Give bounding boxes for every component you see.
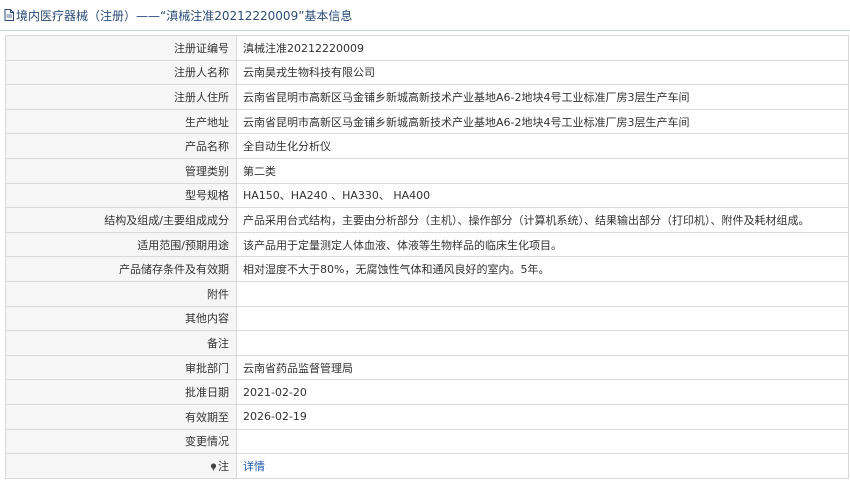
field-value: 全自动生化分析仪 — [236, 133, 849, 159]
table-row: 其他内容 — [5, 305, 849, 332]
field-label: 其他内容 — [5, 305, 237, 332]
table-row: 注册证编号 滇械注准20212220009 — [5, 35, 849, 61]
document-icon — [4, 9, 14, 21]
field-label: 适用范围/预期用途 — [5, 231, 237, 258]
table-row: 型号规格 HA150、HA240 、HA330、 HA400 — [5, 182, 849, 209]
info-table: 注册证编号 滇械注准20212220009 注册人名称 云南昊戎生物科技有限公司… — [5, 35, 849, 479]
table-row: 变更情况 — [5, 428, 849, 455]
field-value — [236, 428, 849, 455]
field-label: 结构及组成/主要组成成分 — [5, 207, 237, 233]
field-value: 云南省药品监督管理局 — [236, 354, 849, 381]
table-row: 批准日期 2021-02-20 — [5, 379, 849, 405]
field-value — [236, 280, 849, 307]
field-label: 变更情况 — [5, 428, 237, 455]
table-row: 管理类别 第二类 — [5, 157, 849, 184]
details-link[interactable]: 详情 — [243, 460, 265, 473]
table-row: 产品名称 全自动生化分析仪 — [5, 133, 849, 159]
table-row: 结构及组成/主要组成成分 产品采用台式结构，主要由分析部分（主机）、操作部分（计… — [5, 207, 849, 233]
field-label: 产品储存条件及有效期 — [5, 256, 237, 282]
field-value: 产品采用台式结构，主要由分析部分（主机）、操作部分（计算机系统）、结果输出部分（… — [236, 207, 849, 233]
table-row: 注册人名称 云南昊戎生物科技有限公司 — [5, 59, 849, 86]
field-label: 附件 — [5, 280, 237, 307]
note-value-cell: 详情 — [236, 453, 849, 479]
page-header: 境内医疗器械（注册）——“滇械注准20212220009”基本信息 — [0, 0, 850, 31]
table-row: 适用范围/预期用途 该产品用于定量测定人体血液、体液等生物样品的临床生化项目。 — [5, 231, 849, 258]
table-row: 注册人住所 云南省昆明市高新区马金铺乡新城高新技术产业基地A6-2地块4号工业标… — [5, 84, 849, 110]
page-title: 境内医疗器械（注册）——“滇械注准20212220009”基本信息 — [16, 8, 353, 23]
field-label: 有效期至 — [5, 403, 237, 430]
note-label-cell: 注 — [5, 453, 237, 479]
table-row: 备注 — [5, 330, 849, 356]
field-value: 2026-02-19 — [236, 403, 849, 430]
field-label: 管理类别 — [5, 157, 237, 184]
field-label: 备注 — [5, 330, 237, 356]
field-label: 型号规格 — [5, 182, 237, 209]
table-row: 产品储存条件及有效期 相对湿度不大于80%，无腐蚀性气体和通风良好的室内。5年。 — [5, 256, 849, 282]
field-label: 注册人住所 — [5, 84, 237, 110]
note-row: 注 详情 — [5, 453, 849, 479]
pin-icon — [210, 461, 217, 471]
table-row: 生产地址 云南省昆明市高新区马金铺乡新城高新技术产业基地A6-2地块4号工业标准… — [5, 108, 849, 135]
field-value: 第二类 — [236, 157, 849, 184]
note-label: 注 — [218, 459, 229, 473]
field-value: 相对湿度不大于80%，无腐蚀性气体和通风良好的室内。5年。 — [236, 256, 849, 282]
field-value: 云南省昆明市高新区马金铺乡新城高新技术产业基地A6-2地块4号工业标准厂房3层生… — [236, 84, 849, 110]
field-label: 产品名称 — [5, 133, 237, 159]
field-value: 2021-02-20 — [236, 379, 849, 405]
table-row: 附件 — [5, 280, 849, 307]
table-row: 审批部门 云南省药品监督管理局 — [5, 354, 849, 381]
field-value: 滇械注准20212220009 — [236, 35, 849, 61]
field-value: HA150、HA240 、HA330、 HA400 — [236, 182, 849, 209]
field-value: 云南昊戎生物科技有限公司 — [236, 59, 849, 86]
field-label: 批准日期 — [5, 379, 237, 405]
field-label: 生产地址 — [5, 108, 237, 135]
field-label: 注册证编号 — [5, 35, 237, 61]
field-value: 云南省昆明市高新区马金铺乡新城高新技术产业基地A6-2地块4号工业标准厂房3层生… — [236, 108, 849, 135]
field-label: 审批部门 — [5, 354, 237, 381]
field-value — [236, 305, 849, 332]
field-value — [236, 330, 849, 356]
field-value: 该产品用于定量测定人体血液、体液等生物样品的临床生化项目。 — [236, 231, 849, 258]
table-row: 有效期至 2026-02-19 — [5, 403, 849, 430]
field-label: 注册人名称 — [5, 59, 237, 86]
